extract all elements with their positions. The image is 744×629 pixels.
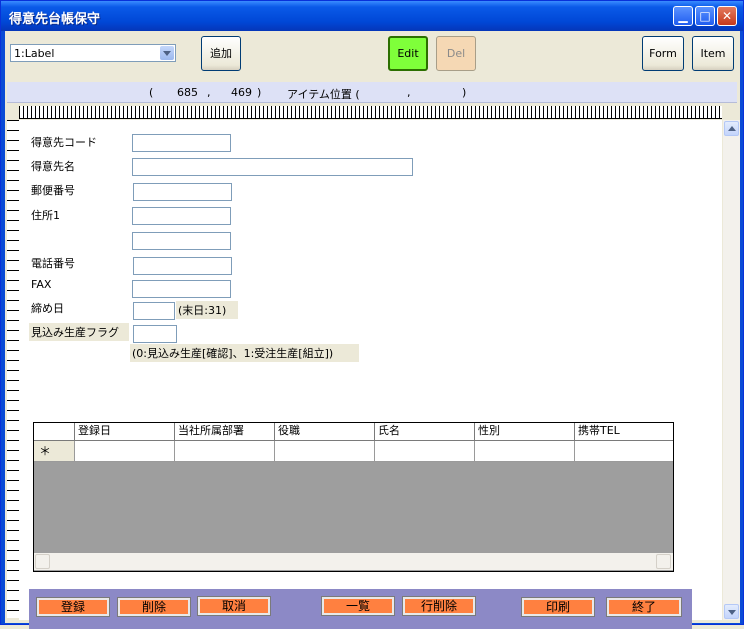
grid-cell[interactable] [274,441,374,462]
scroll-down-icon[interactable] [724,604,739,619]
item-position-label: アイテム位置 ( [287,88,360,101]
vertical-ruler [7,120,19,618]
grid-cell[interactable] [74,441,174,462]
customer-code-field[interactable] [132,134,231,152]
pos-comma: , [207,86,211,99]
pos-x-value: 685 [177,86,198,99]
customer-code-label: 得意先コード [31,136,97,149]
maximize-icon: □ [699,9,711,23]
production-flag-field[interactable] [133,325,177,343]
form-button[interactable]: Form [642,36,684,71]
del-button[interactable]: Del [436,36,476,71]
grid-col-department[interactable]: 当社所属部署 [174,423,274,440]
add-button[interactable]: 追加 [201,36,241,71]
item-button[interactable]: Item [692,36,734,71]
title-bar[interactable]: 得意先台帳保守 ▁ □ ✕ [1,1,743,31]
zip-field[interactable] [133,183,232,201]
scroll-left-icon[interactable] [35,554,50,569]
scroll-right-icon[interactable] [656,554,671,569]
new-row-marker: ＊ [34,441,74,462]
grid-cell[interactable] [174,441,274,462]
tel-label: 電話番号 [31,257,75,270]
zip-label: 郵便番号 [31,184,75,197]
footer-button-panel: 登録 削除 取消 一覧 行削除 印刷 終了 [29,589,692,629]
grid-col-name[interactable]: 氏名 [374,423,474,440]
cancel-button[interactable]: 取消 [197,596,271,616]
tel-field[interactable] [133,257,232,275]
fax-field[interactable] [132,280,231,298]
fax-label: FAX [31,278,52,291]
contacts-grid[interactable]: 登録日 当社所属部署 役職 氏名 性別 携帯TEL ＊ [33,422,674,572]
register-button[interactable]: 登録 [36,597,110,617]
edit-button[interactable]: Edit [388,36,428,71]
minimize-button[interactable]: ▁ [673,6,693,26]
production-flag-label: 見込み生産フラグ [29,323,129,341]
list-button[interactable]: 一覧 [321,596,395,616]
grid-col-registered[interactable]: 登録日 [74,423,174,440]
window-title: 得意先台帳保守 [9,12,101,27]
closing-day-field[interactable] [133,302,175,320]
chevron-down-icon[interactable] [160,46,174,60]
delete-button[interactable]: 削除 [117,597,191,617]
pos-close-paren: ) [257,86,262,99]
grid-col-title[interactable]: 役職 [274,423,374,440]
grid-col-gender[interactable]: 性別 [474,423,574,440]
grid-header: 登録日 当社所属部署 役職 氏名 性別 携帯TEL [34,423,673,441]
application-window: 得意先台帳保守 ▁ □ ✕ 1:Label 追加 Edit Del Form I… [0,0,744,629]
item-position-comma: , [407,86,411,99]
scroll-up-icon[interactable] [724,121,739,136]
grid-horizontal-scrollbar[interactable] [34,553,673,570]
row-delete-button[interactable]: 行削除 [402,596,476,616]
table-row[interactable]: ＊ [34,441,673,462]
closing-day-hint: (末日:31) [176,301,238,319]
production-flag-hint: (0:見込み生産[確認]、1:受注生産[組立]) [130,344,359,362]
customer-name-label: 得意先名 [31,160,75,173]
pos-y-value: 469 [231,86,252,99]
design-canvas[interactable]: 得意先コード 得意先名 郵便番号 住所1 電話番号 FAX 締め日 (末日:31… [19,120,722,620]
customer-name-field[interactable] [132,158,413,176]
client-area: 1:Label 追加 Edit Del Form Item ( 685 , 46… [5,31,740,629]
label-select[interactable]: 1:Label [10,44,176,62]
minimize-icon: ▁ [678,9,688,23]
maximize-button[interactable]: □ [695,6,715,26]
grid-corner [34,423,74,440]
item-position-close: ) [462,86,467,99]
address1-field[interactable] [132,207,231,225]
horizontal-ruler [19,106,722,119]
close-button[interactable]: ✕ [717,6,737,26]
print-button[interactable]: 印刷 [521,597,595,617]
vertical-scrollbar[interactable] [723,120,740,620]
address2-field[interactable] [132,232,231,250]
exit-button[interactable]: 終了 [606,597,682,617]
address-label: 住所1 [31,209,60,222]
label-select-value: 1:Label [14,47,55,60]
closing-day-label: 締め日 [31,302,64,315]
grid-cell[interactable] [374,441,474,462]
grid-col-mobile[interactable]: 携帯TEL [574,423,673,440]
pos-open-paren: ( [149,86,154,99]
grid-cell[interactable] [474,441,574,462]
position-bar: ( 685 , 469 ) アイテム位置 ( , ) [7,82,737,103]
toolbar: 1:Label 追加 Edit Del Form Item [5,31,740,79]
close-icon: ✕ [721,9,733,23]
grid-cell[interactable] [574,441,673,462]
